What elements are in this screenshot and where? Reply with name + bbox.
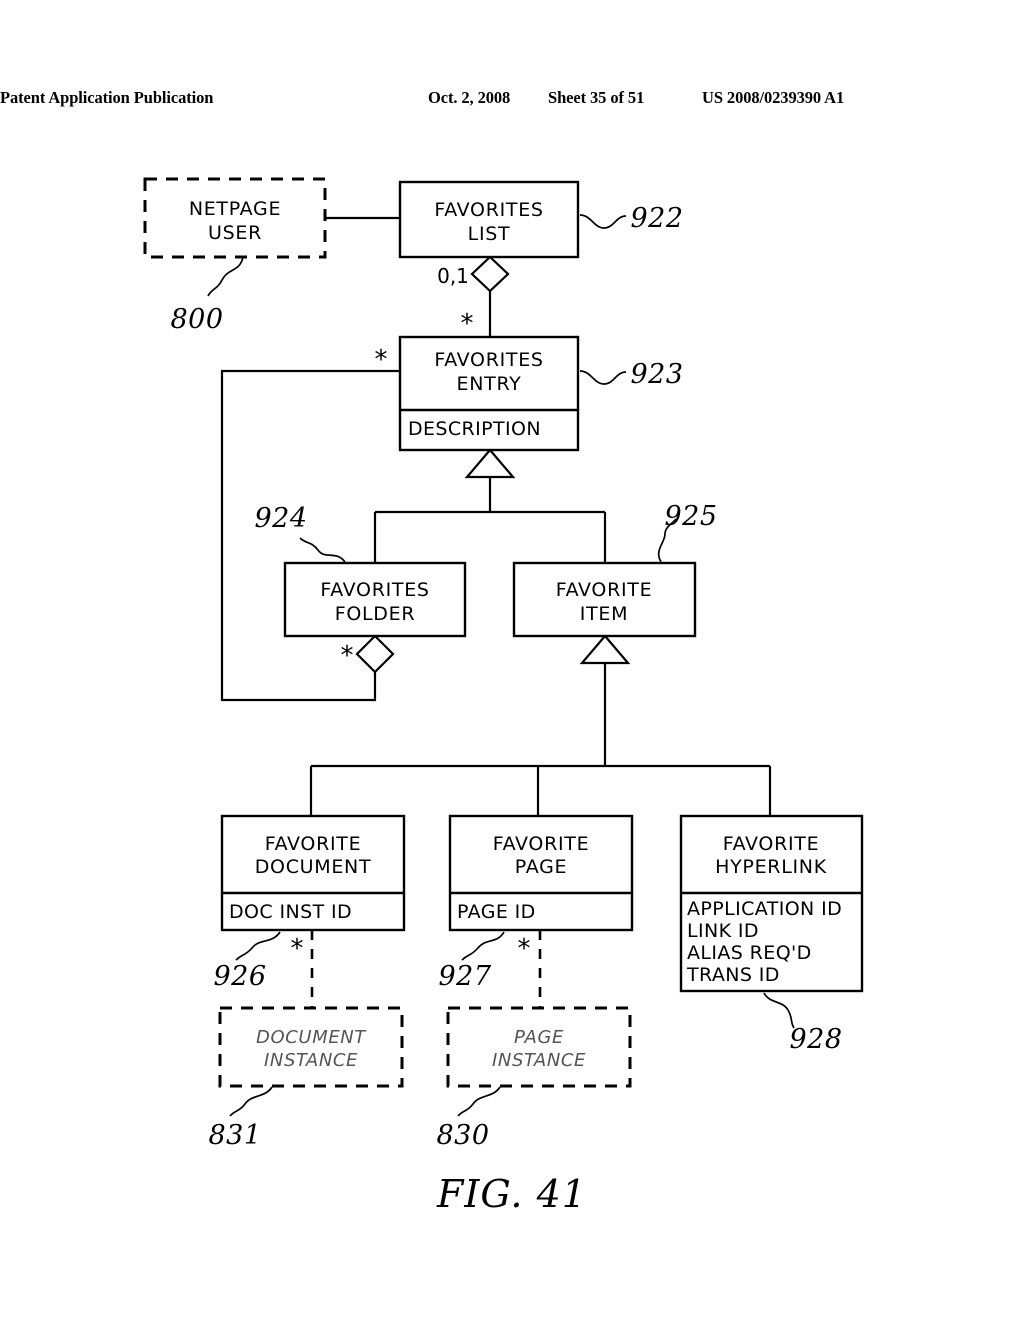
ref-number-925: 925 (664, 501, 717, 532)
favorite-hyperlink-attribute-trans-id: TRANS ID (686, 964, 780, 986)
multiplicity-star-entry-folder: * (375, 345, 388, 375)
multiplicity-0-1: 0,1 (437, 264, 469, 288)
leader-line-926 (235, 931, 281, 961)
favorites-folder-label-line1: FAVORITES (320, 579, 429, 601)
favorite-hyperlink-label-line1: FAVORITE (723, 833, 820, 855)
favorite-hyperlink-attribute-link-id: LINK ID (687, 920, 759, 942)
leader-line-800 (207, 256, 244, 297)
class-box-page-instance[interactable]: PAGE INSTANCE (446, 1006, 632, 1088)
ref-number-928: 928 (789, 1024, 842, 1055)
favorites-list-label-line1: FAVORITES (434, 199, 543, 221)
ref-number-800: 800 (170, 304, 223, 335)
ref-number-927: 927 (438, 961, 491, 992)
leader-line-927 (461, 931, 505, 961)
multiplicity-star-list-entry: * (461, 309, 474, 339)
multiplicity-star-folder-entry: * (341, 641, 354, 671)
favorite-document-label-line2: DOCUMENT (255, 856, 372, 878)
favorite-item-label-line1: FAVORITE (556, 579, 653, 601)
page-instance-label-line1: PAGE (514, 1027, 564, 1048)
netpage-user-label-line1: NETPAGE (189, 198, 281, 220)
aggregation-diamond-folder-entry (355, 634, 395, 674)
favorite-hyperlink-label-line2: HYPERLINK (715, 856, 827, 878)
ref-number-831: 831 (208, 1120, 261, 1151)
class-box-favorites-entry[interactable]: FAVORITES ENTRY DESCRIPTION (398, 335, 580, 452)
favorite-page-attribute-page-id: PAGE ID (457, 901, 536, 923)
favorite-document-label-line1: FAVORITE (265, 833, 362, 855)
page-instance-label-line2: INSTANCE (492, 1050, 586, 1071)
favorite-page-label-line1: FAVORITE (493, 833, 590, 855)
favorite-document-attribute-doc-inst-id: DOC INST ID (229, 901, 352, 923)
patent-figure-page: Patent Application Publication Oct. 2, 2… (0, 0, 1024, 1320)
leader-line-922 (579, 214, 627, 229)
class-box-document-instance[interactable]: DOCUMENT INSTANCE (218, 1006, 404, 1088)
favorite-item-label-line2: ITEM (580, 603, 628, 625)
leader-line-831 (229, 1086, 273, 1117)
document-instance-label-line2: INSTANCE (264, 1050, 358, 1071)
favorite-hyperlink-attribute-alias-reqd: ALIAS REQ'D (687, 942, 812, 964)
ref-number-830: 830 (436, 1120, 489, 1151)
aggregation-diamond-list-entry (470, 255, 510, 293)
leader-line-924 (299, 537, 346, 563)
class-box-favorite-document[interactable]: FAVORITE DOCUMENT DOC INST ID (220, 814, 406, 932)
class-box-netpage-user[interactable]: NETPAGE USER (143, 177, 327, 259)
leader-line-923 (579, 370, 627, 385)
leader-line-928 (763, 992, 795, 1029)
multiplicity-star-page-instance: * (518, 934, 531, 964)
favorites-entry-label-line1: FAVORITES (434, 349, 543, 371)
class-box-favorite-hyperlink[interactable]: FAVORITE HYPERLINK APPLICATION ID LINK I… (679, 814, 864, 993)
multiplicity-star-document-instance: * (291, 934, 304, 964)
leader-line-830 (457, 1086, 501, 1117)
ref-number-924: 924 (254, 503, 307, 534)
class-box-favorite-item[interactable]: FAVORITE ITEM (512, 561, 697, 638)
class-box-favorites-list[interactable]: FAVORITES LIST (398, 180, 580, 259)
generalization-triangle-entry (464, 448, 516, 479)
favorite-page-label-line2: PAGE (515, 856, 567, 878)
class-box-favorites-folder[interactable]: FAVORITES FOLDER (283, 561, 467, 638)
favorites-entry-attribute-description: DESCRIPTION (408, 418, 541, 440)
ref-number-926: 926 (213, 961, 266, 992)
favorites-list-label-line2: LIST (468, 223, 511, 245)
class-box-favorite-page[interactable]: FAVORITE PAGE PAGE ID (448, 814, 634, 932)
figure-caption: FIG. 41 (436, 1172, 587, 1216)
favorite-hyperlink-attribute-application-id: APPLICATION ID (687, 898, 842, 920)
uml-class-diagram: NETPAGE USER 800 FAVORITES LIST 922 0,1 … (143, 177, 864, 1216)
favorites-entry-label-line2: ENTRY (457, 373, 522, 395)
generalization-triangle-item (579, 634, 631, 665)
ref-number-923: 923 (630, 359, 683, 390)
document-instance-label-line1: DOCUMENT (256, 1027, 367, 1048)
favorites-folder-label-line2: FOLDER (335, 603, 416, 625)
netpage-user-label-line2: USER (208, 222, 262, 244)
ref-number-922: 922 (630, 203, 683, 234)
